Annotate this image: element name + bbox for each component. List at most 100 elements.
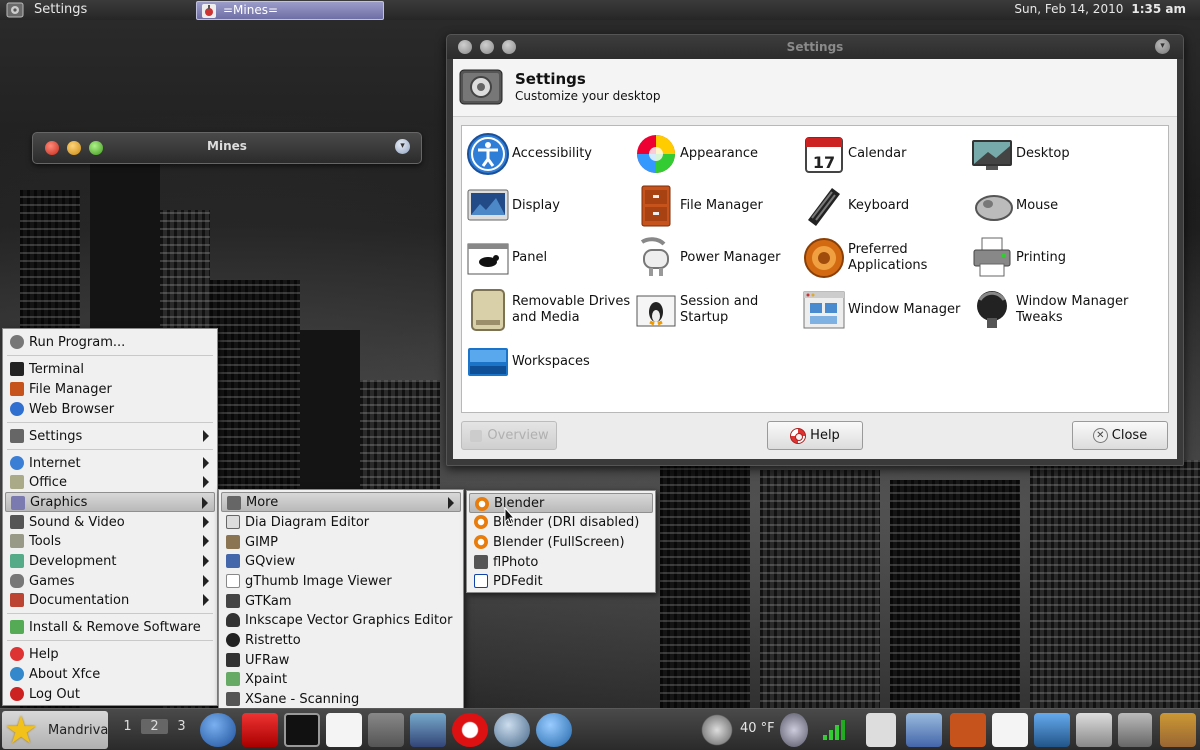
menu-item-terminal[interactable]: Terminal xyxy=(5,359,215,379)
menu-item-internet[interactable]: Internet xyxy=(5,453,215,473)
submenu-item-gtkam[interactable]: GTKam xyxy=(221,591,461,611)
settings-item-power-manager[interactable]: Power Manager xyxy=(634,234,800,282)
bird-launcher-icon[interactable] xyxy=(536,713,572,747)
menu-item-documentation[interactable]: Documentation xyxy=(5,590,215,610)
blender-icon xyxy=(474,535,488,549)
settings-item-calendar[interactable]: 17 Calendar xyxy=(802,130,968,178)
inkscape-icon xyxy=(226,613,240,627)
tools-launcher-icon[interactable] xyxy=(368,713,404,747)
signal-strength-icon[interactable] xyxy=(822,719,846,741)
network-globe-launcher-icon[interactable] xyxy=(200,713,236,747)
trash-icon[interactable] xyxy=(1118,713,1152,747)
settings-item-window-manager-tweaks[interactable]: Window Manager Tweaks xyxy=(970,286,1136,334)
menu-item-games[interactable]: Games xyxy=(5,571,215,591)
menu-item-file-manager[interactable]: File Manager xyxy=(5,379,215,399)
submenu-item-gthumb[interactable]: gThumb Image Viewer xyxy=(221,571,461,591)
document-launcher-icon[interactable] xyxy=(992,713,1028,747)
settings-item-panel[interactable]: Panel xyxy=(466,234,632,282)
menu-item-settings[interactable]: Settings xyxy=(5,426,215,446)
menu-item-about-xfce[interactable]: About Xfce xyxy=(5,664,215,684)
submenu-item-more[interactable]: More xyxy=(221,492,461,512)
menu-separator xyxy=(7,640,213,641)
menu-item-install-remove[interactable]: Install & Remove Software xyxy=(5,617,215,637)
menu-item-graphics[interactable]: Graphics xyxy=(5,492,215,512)
settings-item-printing[interactable]: Printing xyxy=(970,234,1136,282)
help-button[interactable]: Help xyxy=(767,421,863,450)
settings-item-mouse[interactable]: Mouse xyxy=(970,182,1136,230)
settings-item-label: Power Manager xyxy=(680,250,781,265)
menu-item-sound-video[interactable]: Sound & Video xyxy=(5,512,215,532)
submenu-item-xpaint[interactable]: Xpaint xyxy=(221,669,461,689)
submenu-item-dia[interactable]: Dia Diagram Editor xyxy=(221,512,461,532)
workspace-1[interactable]: 1 xyxy=(114,719,141,734)
taskbar-mines-button[interactable]: =Mines= xyxy=(196,1,384,20)
submenu-item-ristretto[interactable]: Ristretto xyxy=(221,630,461,650)
submenu-item-inkscape[interactable]: Inkscape Vector Graphics Editor xyxy=(221,610,461,630)
mines-window-menu-button[interactable]: ▾ xyxy=(395,139,410,154)
settings-item-desktop[interactable]: Desktop xyxy=(970,130,1136,178)
help-icon xyxy=(10,647,24,661)
settings-item-label: Display xyxy=(512,198,560,213)
submenu-item-gqview[interactable]: GQview xyxy=(221,551,461,571)
settings-item-workspaces[interactable]: Workspaces xyxy=(466,338,632,386)
settings-item-file-manager[interactable]: File Manager xyxy=(634,182,800,230)
settings-item-appearance[interactable]: Appearance xyxy=(634,130,800,178)
terminal-launcher-icon[interactable] xyxy=(284,713,320,747)
mail-launcher-icon[interactable] xyxy=(494,713,530,747)
settings-item-label: Session and Startup xyxy=(680,294,759,325)
submenu-item-gimp[interactable]: GIMP xyxy=(221,532,461,552)
workspace-3[interactable]: 3 xyxy=(168,719,195,734)
file-manager-launcher-icon[interactable] xyxy=(950,713,986,747)
logout-arrow-icon[interactable] xyxy=(1160,713,1196,747)
submenu-item-ufraw[interactable]: UFRaw xyxy=(221,650,461,670)
power-plug-icon[interactable] xyxy=(906,713,942,747)
settings-titlebar[interactable]: Settings ▾ xyxy=(447,35,1183,59)
menu-item-label: Ristretto xyxy=(245,632,301,648)
submenu-item-xsane[interactable]: XSane - Scanning xyxy=(221,689,461,709)
settings-window-title: Settings xyxy=(786,40,844,54)
text-editor-launcher-icon[interactable] xyxy=(326,713,362,747)
settings-item-display[interactable]: Display xyxy=(466,182,632,230)
volume-icon[interactable] xyxy=(780,713,808,747)
clock[interactable]: Sun, Feb 14, 2010 1:35 am xyxy=(1014,2,1186,16)
settings-item-keyboard[interactable]: Keyboard xyxy=(802,182,968,230)
submenu-item-pdfedit[interactable]: PDFedit xyxy=(469,571,653,591)
root-launcher-icon[interactable] xyxy=(242,713,278,747)
submenu-item-blender-dri-disabled[interactable]: Blender (DRI disabled) xyxy=(469,512,653,532)
settings-item-accessibility[interactable]: Accessibility xyxy=(466,130,632,178)
mines-window[interactable]: Mines ▾ xyxy=(32,132,422,164)
menu-item-web-browser[interactable]: Web Browser xyxy=(5,399,215,419)
submenu-item-blender-fullscreen[interactable]: Blender (FullScreen) xyxy=(469,532,653,552)
screenshot-launcher-icon[interactable] xyxy=(410,713,446,747)
menu-item-log-out[interactable]: Log Out xyxy=(5,684,215,704)
settings-item-removable-drives[interactable]: Removable Drives and Media xyxy=(466,286,632,334)
submenu-item-blender[interactable]: Blender xyxy=(469,493,653,513)
office-icon xyxy=(10,475,24,489)
close-button[interactable]: ✕ Close xyxy=(1072,421,1168,450)
workspace-2[interactable]: 2 xyxy=(141,719,168,734)
storage-icon[interactable] xyxy=(866,713,896,747)
control-panel-launcher-icon[interactable] xyxy=(1034,713,1070,747)
workspace-pager: 1 2 3 xyxy=(114,719,195,734)
overview-button[interactable]: Overview xyxy=(461,421,557,450)
menu-item-tools[interactable]: Tools xyxy=(5,531,215,551)
settings-item-label: Preferred Applications xyxy=(848,242,928,273)
settings-item-preferred-applications[interactable]: Preferred Applications xyxy=(802,234,968,282)
settings-gear-icon[interactable] xyxy=(6,1,24,19)
submenu-arrow-icon xyxy=(203,594,209,606)
settings-item-window-manager[interactable]: Window Manager xyxy=(802,286,968,334)
weather-cloud-icon[interactable] xyxy=(700,713,734,747)
menu-item-office[interactable]: Office xyxy=(5,472,215,492)
menu-item-help[interactable]: Help xyxy=(5,644,215,664)
menu-item-development[interactable]: Development xyxy=(5,551,215,571)
settings-item-label: Appearance xyxy=(680,146,759,161)
clock-time: 1:35 am xyxy=(1131,2,1186,16)
submenu-item-flphoto[interactable]: flPhoto xyxy=(469,552,653,572)
printer-launcher-icon[interactable] xyxy=(1076,713,1112,747)
menu-item-run-program[interactable]: Run Program... xyxy=(5,332,215,352)
settings-window-menu-button[interactable]: ▾ xyxy=(1155,39,1170,54)
settings-item-session-startup[interactable]: Session and Startup xyxy=(634,286,800,334)
ristretto-icon xyxy=(226,633,240,647)
opera-browser-icon[interactable] xyxy=(452,713,488,747)
mandriva-start-button[interactable]: ★ Mandriva xyxy=(2,711,108,749)
